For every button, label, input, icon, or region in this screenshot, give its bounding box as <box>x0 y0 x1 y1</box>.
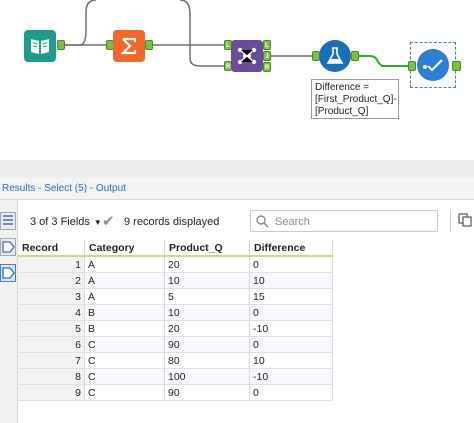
difference-cell[interactable]: 0 <box>249 304 333 321</box>
record-number: 3 <box>18 288 85 305</box>
product-q-cell[interactable]: 10 <box>164 304 250 321</box>
difference-cell[interactable]: 10 <box>249 272 333 289</box>
table-row[interactable]: 9 C 90 0 <box>18 384 333 401</box>
connection-wires <box>60 0 408 67</box>
join-j-output-anchor[interactable]: J <box>263 51 271 61</box>
output-anchor[interactable] <box>145 40 153 50</box>
book-icon <box>31 39 49 54</box>
annotation-line: [Product_Q] <box>315 106 369 117</box>
table-row[interactable]: 1 A 20 0 <box>18 256 333 273</box>
summarize-tool[interactable] <box>113 30 145 62</box>
category-cell[interactable]: B <box>84 304 165 321</box>
anchor-out-icon <box>2 267 15 279</box>
anchor-in-icon <box>2 241 15 253</box>
difference-cell[interactable]: 15 <box>249 288 333 305</box>
record-number: 6 <box>18 336 85 353</box>
table-icon <box>3 215 13 225</box>
table-row[interactable]: 4 B 10 0 <box>18 304 333 321</box>
field-selector-dropdown[interactable]: 3 of 3 Fields ▼ <box>30 216 102 228</box>
output-anchor[interactable] <box>351 51 359 61</box>
record-number: 2 <box>18 272 85 289</box>
formula-tool[interactable] <box>319 40 351 72</box>
results-header: Results - Select (5) - Output <box>0 178 474 200</box>
product-q-cell[interactable]: 20 <box>164 256 250 273</box>
panel-divider[interactable] <box>0 160 474 178</box>
annotation-line: Difference = <box>315 82 370 93</box>
join-tool[interactable] <box>231 40 263 72</box>
difference-cell[interactable]: 0 <box>249 384 333 401</box>
record-number: 7 <box>18 352 85 369</box>
product-q-cell[interactable]: 80 <box>164 352 250 369</box>
category-cell[interactable]: C <box>84 384 165 401</box>
record-number: 8 <box>18 368 85 385</box>
category-cell[interactable]: C <box>84 336 165 353</box>
output-anchor-button[interactable] <box>0 264 16 282</box>
search-box[interactable] <box>250 210 438 232</box>
input-anchor[interactable] <box>408 61 416 71</box>
formula-annotation: Difference = [First_Product_Q]- [Product… <box>311 79 399 119</box>
column-header-record[interactable]: Record <box>18 240 85 257</box>
column-header-category[interactable]: Category <box>84 240 165 257</box>
product-q-cell[interactable]: 10 <box>164 272 250 289</box>
join-r-output-anchor[interactable]: R <box>263 62 271 72</box>
join-l-output-anchor[interactable]: L <box>263 40 271 50</box>
product-q-cell[interactable]: 90 <box>164 336 250 353</box>
column-header-difference[interactable]: Difference <box>249 240 333 257</box>
record-number: 9 <box>18 384 85 401</box>
search-input[interactable] <box>273 213 437 231</box>
product-q-cell[interactable]: 5 <box>164 288 250 305</box>
annotation-line: [First_Product_Q]- <box>315 94 397 105</box>
select-tool[interactable] <box>417 49 449 81</box>
category-cell[interactable]: C <box>84 368 165 385</box>
results-toolbar: 3 of 3 Fields ▼ ✔ 9 records displayed <box>18 200 474 240</box>
records-count: 9 records displayed <box>124 216 220 228</box>
category-cell[interactable]: A <box>84 272 165 289</box>
results-grid: Record Category Product_Q Difference 1 A… <box>18 240 333 401</box>
header-row: Record Category Product_Q Difference <box>18 240 333 257</box>
field-selector-label: 3 of 3 Fields <box>30 216 90 228</box>
product-q-cell[interactable]: 90 <box>164 384 250 401</box>
category-cell[interactable]: C <box>84 352 165 369</box>
toolbar-separator <box>450 210 451 232</box>
chevron-down-icon: ▼ <box>93 218 102 227</box>
table-row[interactable]: 2 A 10 10 <box>18 272 333 289</box>
record-number: 4 <box>18 304 85 321</box>
select-check-icon <box>423 59 443 72</box>
output-anchor[interactable] <box>57 40 65 50</box>
difference-cell[interactable]: -10 <box>249 368 333 385</box>
table-row[interactable]: 8 C 100 -10 <box>18 368 333 385</box>
product-q-cell[interactable]: 20 <box>164 320 250 337</box>
difference-cell[interactable]: 0 <box>249 336 333 353</box>
category-cell[interactable]: B <box>84 320 165 337</box>
results-title: Results - Select (5) - Output <box>2 183 126 194</box>
output-anchor[interactable] <box>452 61 461 71</box>
sigma-icon <box>120 37 137 55</box>
join-icon <box>237 47 257 65</box>
input-data-tool[interactable] <box>24 30 56 62</box>
search-icon <box>256 215 269 228</box>
table-row[interactable]: 7 C 80 10 <box>18 352 333 369</box>
workflow-canvas[interactable]: L R L J R Difference = [First_Product_Q]… <box>0 0 474 160</box>
difference-cell[interactable]: 0 <box>249 256 333 273</box>
record-number: 1 <box>18 256 85 273</box>
table-row[interactable]: 6 C 90 0 <box>18 336 333 353</box>
difference-cell[interactable]: 10 <box>249 352 333 369</box>
column-header-product-q[interactable]: Product_Q <box>164 240 250 257</box>
results-side-rail <box>0 200 18 423</box>
copy-icon[interactable] <box>458 213 472 227</box>
difference-cell[interactable]: -10 <box>249 320 333 337</box>
table-row[interactable]: 3 A 5 15 <box>18 288 333 305</box>
table-row[interactable]: 5 B 20 -10 <box>18 320 333 337</box>
record-number: 5 <box>18 320 85 337</box>
checkmark-icon: ✔ <box>102 213 115 230</box>
table-view-button[interactable] <box>0 212 16 230</box>
category-cell[interactable]: A <box>84 256 165 273</box>
input-anchor-button[interactable] <box>0 238 16 256</box>
flask-icon <box>326 47 344 64</box>
category-cell[interactable]: A <box>84 288 165 305</box>
product-q-cell[interactable]: 100 <box>164 368 250 385</box>
